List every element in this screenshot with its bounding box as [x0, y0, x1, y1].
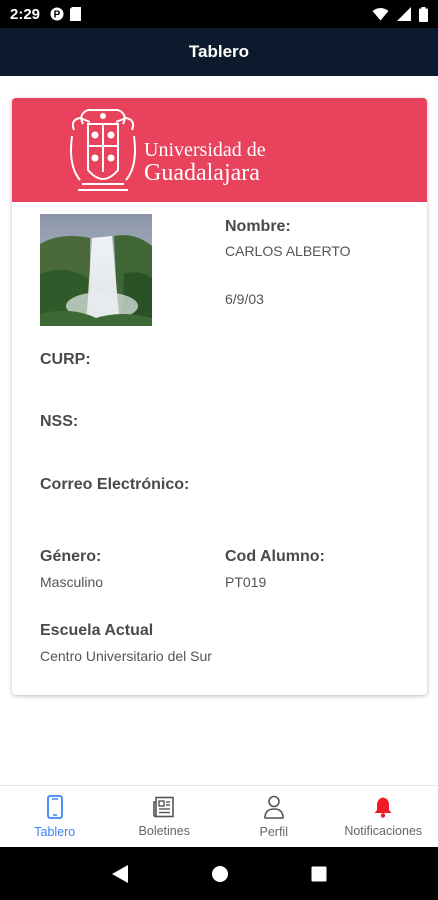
- page-title: Tablero: [188, 42, 250, 61]
- status-bar: 2:29 P: [0, 0, 438, 28]
- curp-label: CURP:: [40, 351, 91, 368]
- nav-label-tablero: Tablero: [34, 824, 76, 839]
- status-time: 2:29: [10, 5, 41, 23]
- svg-text:P: P: [54, 10, 61, 21]
- phone-icon: [46, 794, 63, 819]
- back-icon[interactable]: [111, 864, 129, 884]
- genero-value: Masculino: [40, 574, 104, 590]
- nav-notificaciones[interactable]: Notificaciones: [329, 786, 438, 847]
- card-header: Universidad de Guadalajara: [12, 98, 427, 202]
- student-card: Universidad de Guadalajara Nombre: CARLO…: [12, 98, 427, 695]
- bell-icon: [374, 797, 392, 818]
- system-navigation-bar: [0, 847, 438, 900]
- cod-alumno-value: PT019: [225, 574, 267, 590]
- nombre-label: Nombre:: [225, 218, 291, 235]
- signal-icon: [397, 7, 411, 21]
- nav-label-notificaciones: Notificaciones: [344, 823, 423, 838]
- logo-line-1: Universidad de: [144, 139, 266, 161]
- nav-boletines[interactable]: Boletines: [110, 786, 220, 847]
- nav-perfil[interactable]: Perfil: [219, 786, 329, 847]
- university-logo-text: Universidad de Guadalajara: [144, 140, 266, 185]
- wifi-icon: [372, 8, 389, 21]
- escuela-value: Centro Universitario del Sur: [40, 648, 212, 664]
- nss-label: NSS:: [40, 413, 79, 430]
- fecha-nacimiento-value: 6/9/03: [225, 291, 264, 307]
- battery-icon: [419, 6, 428, 22]
- nav-tablero[interactable]: Tablero: [0, 786, 110, 847]
- escuela-label: Escuela Actual: [40, 622, 154, 639]
- recents-icon[interactable]: [311, 866, 327, 882]
- genero-label: Género:: [40, 548, 102, 565]
- correo-label: Correo Electrónico:: [40, 476, 190, 493]
- nav-label-boletines: Boletines: [138, 823, 190, 838]
- nav-label-perfil: Perfil: [259, 824, 288, 839]
- nombre-value: CARLOS ALBERTO: [225, 243, 351, 259]
- bottom-navigation: Tablero Boletines Perfil Notificaciones: [0, 785, 438, 847]
- newspaper-icon: [153, 796, 175, 817]
- app-bar: Tablero: [0, 28, 438, 76]
- student-photo: [40, 214, 152, 326]
- home-icon[interactable]: [211, 865, 229, 883]
- notification-p-icon: P: [50, 7, 64, 21]
- sim-card-icon: [70, 7, 82, 21]
- cod-alumno-label: Cod Alumno:: [225, 548, 325, 565]
- person-icon: [263, 795, 284, 819]
- logo-line-2: Guadalajara: [144, 160, 260, 186]
- university-seal-logo: [70, 109, 136, 191]
